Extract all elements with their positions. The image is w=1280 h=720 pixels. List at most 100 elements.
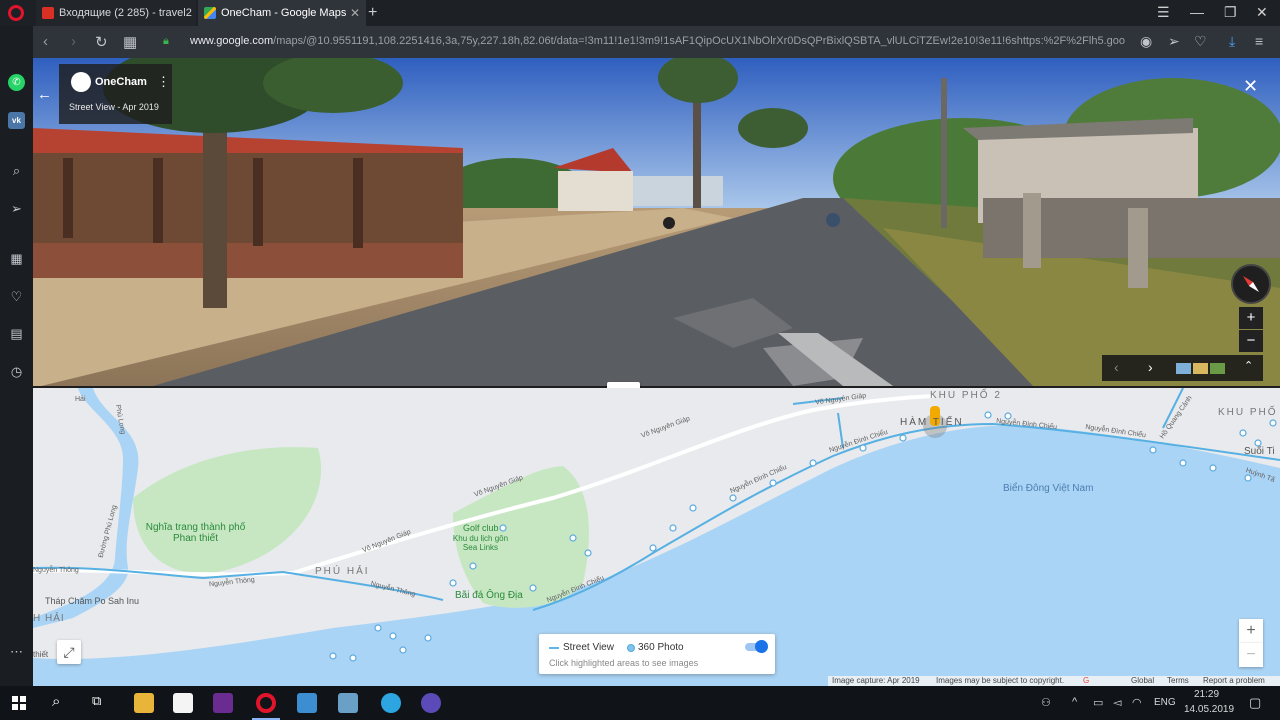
history-icon[interactable]: ◷ bbox=[8, 363, 25, 380]
tab-title: OneCham - Google Maps bbox=[221, 7, 347, 19]
windows-taskbar: ⌕ ⧉ ⚇ ^ ▭ ◅ ◠ ENG 21:29 14.05.2019 ▢ bbox=[0, 686, 1280, 720]
area-label: KHU PHỐ 2 bbox=[930, 390, 1002, 401]
download-icon[interactable]: ⤓ bbox=[1229, 33, 1235, 50]
whatsapp-icon[interactable]: ✆ bbox=[8, 74, 25, 91]
new-tab-icon[interactable]: + bbox=[368, 4, 377, 22]
google-maps-icon bbox=[204, 7, 216, 19]
vk-icon[interactable]: vk bbox=[8, 112, 25, 129]
speed-dial-icon[interactable]: ▦ bbox=[8, 250, 25, 267]
minimize-icon[interactable]: — bbox=[1190, 4, 1204, 20]
back-icon[interactable]: ‹ bbox=[43, 33, 48, 50]
tab-gmail[interactable]: Входящие (2 285) - travel2 bbox=[36, 0, 196, 26]
place-label[interactable]: Suối Ti bbox=[1244, 446, 1275, 457]
tab-google-maps[interactable]: OneCham - Google Maps ✕ bbox=[198, 0, 366, 26]
legend-360-photo: 360 Photo bbox=[638, 642, 684, 653]
notepad-icon[interactable] bbox=[173, 693, 193, 713]
street-view-info-card: OneCham ⋮ Street View - Apr 2019 bbox=[59, 64, 172, 124]
share-icon[interactable]: ➢ bbox=[1168, 33, 1180, 50]
windows-start-icon[interactable] bbox=[12, 696, 26, 710]
prev-photo-icon[interactable]: ‹ bbox=[1114, 359, 1119, 375]
battery-icon[interactable]: ▭ bbox=[1093, 696, 1103, 709]
terms-link[interactable]: Terms bbox=[1167, 676, 1189, 685]
zoom-in-button[interactable]: + bbox=[1239, 307, 1263, 329]
expand-strip-icon[interactable]: ⌃ bbox=[1244, 359, 1253, 372]
heart-bookmark-icon[interactable]: ♡ bbox=[1194, 33, 1207, 50]
forward-icon[interactable]: › bbox=[71, 33, 76, 50]
volume-icon[interactable]: ◅ bbox=[1113, 696, 1121, 709]
clock-date[interactable]: 14.05.2019 bbox=[1184, 704, 1234, 715]
map-zoom-out-button[interactable]: − bbox=[1239, 643, 1263, 667]
area-label: KHU PHỐ bbox=[1218, 407, 1278, 418]
send-icon[interactable]: ➢ bbox=[8, 200, 25, 217]
reload-icon[interactable]: ↻ bbox=[95, 33, 108, 51]
restore-icon[interactable]: ❐ bbox=[1224, 4, 1237, 21]
photo-strip: ‹ › ⌃ bbox=[1102, 355, 1263, 381]
sea-label: Biển Đông Việt Nam bbox=[1003, 483, 1094, 494]
expand-map-icon[interactable]: ⤢ bbox=[57, 640, 81, 664]
street-view-panel[interactable]: OneCham ⋮ Street View - Apr 2019 ← ✕ + −… bbox=[33, 58, 1280, 386]
file-explorer-icon[interactable] bbox=[134, 693, 154, 713]
people-icon[interactable]: ⚇ bbox=[1041, 696, 1051, 709]
notifications-icon[interactable]: ▢ bbox=[1249, 695, 1261, 711]
opera-logo-icon[interactable] bbox=[8, 5, 24, 21]
gmail-icon bbox=[42, 7, 54, 19]
wifi-icon[interactable]: ◠ bbox=[1132, 696, 1142, 709]
camera-icon[interactable]: ◉ bbox=[1140, 33, 1152, 50]
tower-label[interactable]: Tháp Chăm Po Sah Inu bbox=[45, 596, 139, 606]
copyright-text: Images may be subject to copyright. bbox=[936, 676, 1065, 685]
language-indicator[interactable]: ENG bbox=[1154, 697, 1176, 708]
photo-thumbnail[interactable] bbox=[1176, 363, 1191, 374]
search-icon[interactable]: ⌕ bbox=[52, 693, 60, 710]
opera-sidebar: ✆ vk ⌕ ➢ ▦ ♡ ▤ ◷ ⋯ bbox=[0, 26, 33, 686]
close-tab-icon[interactable]: ✕ bbox=[350, 6, 360, 20]
more-icon[interactable]: ⋯ bbox=[8, 643, 25, 660]
photo-thumbnail[interactable] bbox=[1210, 363, 1225, 374]
global-link[interactable]: Global bbox=[1131, 676, 1154, 685]
browser-tab-bar: Входящие (2 285) - travel2 OneCham - Goo… bbox=[0, 0, 1280, 26]
report-problem-link[interactable]: Report a problem bbox=[1203, 676, 1265, 685]
street-view-photo[interactable] bbox=[33, 58, 1280, 386]
road-label: Hải bbox=[75, 396, 86, 403]
url-path: /maps/@10.9551191,108.2251416,3a,75y,227… bbox=[273, 35, 1125, 47]
chevron-up-icon[interactable]: ^ bbox=[1072, 696, 1077, 708]
easy-setup-icon[interactable]: ≡ bbox=[1255, 33, 1263, 49]
tab-menu-icon[interactable]: ☰ bbox=[1157, 4, 1170, 21]
zoom-out-button[interactable]: − bbox=[1239, 330, 1263, 352]
url-field[interactable]: www.google.com/maps/@10.9551191,108.2251… bbox=[190, 35, 1125, 47]
task-view-icon[interactable]: ⧉ bbox=[92, 693, 101, 709]
visual-studio-icon[interactable] bbox=[213, 693, 233, 713]
opera-taskbar-icon[interactable] bbox=[256, 693, 276, 713]
map-zoom-in-button[interactable]: + bbox=[1239, 619, 1263, 643]
news-icon[interactable]: ▤ bbox=[8, 325, 25, 342]
clock-time[interactable]: 21:29 bbox=[1194, 689, 1219, 700]
toggle-knob[interactable] bbox=[755, 640, 768, 653]
search-icon[interactable]: ⌕ bbox=[8, 162, 25, 179]
area-label: PHÚ HẢI bbox=[315, 566, 370, 577]
golf-label[interactable]: Golf club bbox=[463, 523, 499, 533]
cemetery-label[interactable]: Nghĩa trang thành phố Phan thiết bbox=[133, 522, 258, 544]
area-label: H HẢI bbox=[33, 613, 65, 624]
tor-browser-icon[interactable] bbox=[421, 693, 441, 713]
beach-label[interactable]: Bãi đá Ông Địa bbox=[455, 590, 523, 601]
more-options-icon[interactable]: ⋮ bbox=[157, 74, 170, 90]
heart-icon[interactable]: ♡ bbox=[8, 288, 25, 305]
close-window-icon[interactable]: ✕ bbox=[1256, 4, 1268, 21]
google-g-icon: G bbox=[1083, 676, 1090, 685]
place-name[interactable]: OneCham bbox=[95, 76, 147, 88]
map-panel[interactable]: KHU PHỐ 2 HÀM TIẾN KHU PHỐ PHÚ HẢI H HẢI… bbox=[33, 388, 1280, 686]
photo-thumbnail[interactable] bbox=[1193, 363, 1208, 374]
telegram-icon[interactable] bbox=[381, 693, 401, 713]
golf-sub-label[interactable]: Khu du lịch gôn Sea Links bbox=[448, 534, 513, 552]
place-logo-icon bbox=[71, 72, 91, 92]
app-icon[interactable] bbox=[338, 693, 358, 713]
next-photo-icon[interactable]: › bbox=[1148, 359, 1153, 375]
app-icon[interactable] bbox=[297, 693, 317, 713]
map-legend: Street View 360 Photo Click highlighted … bbox=[539, 634, 775, 674]
road-label: Nguyễn Thông bbox=[33, 567, 79, 574]
street-view-date: Street View - Apr 2019 bbox=[69, 102, 159, 112]
back-arrow-icon[interactable]: ← bbox=[37, 86, 52, 103]
tabs-grid-icon[interactable]: ▦ bbox=[123, 33, 137, 51]
photo-360-icon bbox=[627, 644, 635, 652]
close-icon[interactable]: ✕ bbox=[1243, 76, 1258, 97]
compass-icon[interactable] bbox=[1231, 264, 1271, 304]
